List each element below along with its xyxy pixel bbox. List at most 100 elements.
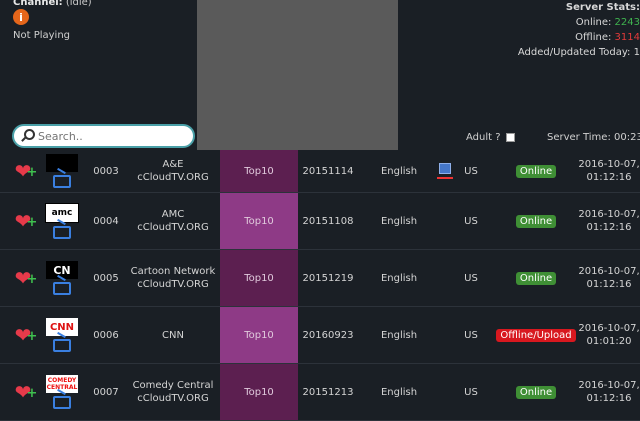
tv-icon[interactable] [53,175,71,188]
status-cell: Online [494,250,578,306]
channel-name: A&E cCloudTV.ORG [137,159,209,183]
favorite-button[interactable]: ❤ + [10,307,38,363]
status-cell: Online [494,193,578,249]
tv-icon[interactable] [53,339,71,352]
link-underline [437,177,453,179]
channel-group: Top10 [220,250,298,306]
status-cell: Online [494,150,578,192]
channel-logo-image: amc [45,203,79,223]
favorite-button[interactable]: ❤ + [10,150,38,192]
channel-logo[interactable]: CN [44,250,80,306]
channel-language: English [380,272,418,284]
status-cell: Offline/Upload [494,307,578,363]
search-input[interactable] [36,128,180,144]
heart-icon: ❤ + [14,159,38,183]
info-icon[interactable]: i [13,9,29,25]
channel-logo[interactable]: CNN [44,307,80,363]
external-link[interactable] [434,250,456,306]
external-link-icon[interactable] [439,163,451,174]
channel-group: Top10 [220,307,298,363]
channel-language: English [380,329,418,341]
adult-checkbox[interactable] [505,133,515,142]
heart-icon: ❤ + [14,266,38,290]
channel-country: US [464,165,478,177]
now-playing: Not Playing [13,30,71,41]
added-date: 2016-10-07, 01:01:20 [578,307,640,363]
added-today-label: Added/Updated Today: [517,47,631,58]
favorite-button[interactable]: ❤ + [10,250,38,306]
search-box[interactable] [12,124,195,148]
channel-number: 0007 [93,386,119,398]
table-row[interactable]: ❤ + 0003 A&E cCloudTV.ORG Top10 20151114 Engli… [0,150,640,193]
channel-language: English [380,386,418,398]
status-cell: Online [494,364,578,420]
channel-name: AMC cCloudTV.ORG [137,209,209,233]
channel-logo[interactable] [44,150,80,192]
channel-number: 0005 [93,272,119,284]
video-player[interactable] [197,0,398,150]
tv-icon[interactable] [53,282,71,295]
channel-number: 0003 [93,165,119,177]
added-date: 2016-10-07, 01:12:16 [578,150,640,192]
channel-date: 20151213 [302,386,354,398]
channel-value: (idle) [65,0,92,8]
added-date: 2016-10-07, 01:12:16 [578,250,640,306]
server-time: Server Time: 00:23:04 [547,132,640,143]
adult-filter: Adult ? [466,132,515,143]
external-link[interactable] [434,364,456,420]
added-date-time: 01:12:16 [586,172,632,183]
channel-language: English [380,165,418,177]
status-badge: Online [515,271,557,285]
added-date: 2016-10-07, 01:12:16 [578,193,640,249]
search-icon [20,129,35,143]
heart-icon: ❤ + [14,209,38,233]
channel-country: US [464,215,478,227]
table-row[interactable]: ❤ + amc 0004 AMC cCloudTV.ORG Top10 20151108 En… [0,193,640,250]
status-badge: Online [515,164,557,178]
channel-language: English [380,215,418,227]
table-row[interactable]: ❤ + CNN 0006 CNN Top10 20160923 English US Offlin… [0,307,640,364]
added-date-day: 2016-10-07, [578,209,640,220]
status-badge: Offline/Upload [496,328,576,342]
external-link[interactable] [434,307,456,363]
channel-date: 20160923 [302,329,354,341]
channel-name: Cartoon Network cCloudTV.ORG [130,266,216,290]
added-date-time: 01:12:16 [586,222,632,233]
status-badge: Online [515,214,557,228]
channel-logo[interactable]: COMEDY CENTRAL [44,364,80,420]
channel-status: Channel: (idle) [13,0,92,8]
plus-icon: + [26,165,38,180]
channel-name: CNN [162,329,184,341]
favorite-button[interactable]: ❤ + [10,364,38,420]
channel-date: 20151108 [302,215,354,227]
channel-country: US [464,329,478,341]
plus-icon: + [26,215,38,230]
tv-icon[interactable] [53,396,71,409]
added-date-day: 2016-10-07, [578,380,640,391]
added-today-count: 1 [633,47,640,58]
channel-date: 20151219 [302,272,354,284]
online-label: Online: [575,17,612,28]
channel-country: US [464,386,478,398]
stats-title: Server Stats: [565,2,640,13]
channel-group: Top10 [220,150,298,192]
added-date-day: 2016-10-07, [578,266,640,277]
channel-logo[interactable]: amc [44,193,80,249]
plus-icon: + [26,272,38,287]
table-row[interactable]: ❤ + COMEDY CENTRAL 0007 Comedy Central cClou… [0,364,640,421]
offline-count: 3114 [614,32,640,43]
plus-icon: + [26,329,38,344]
tv-icon[interactable] [53,226,71,239]
heart-icon: ❤ + [14,380,38,404]
added-date-day: 2016-10-07, [578,323,640,334]
external-link[interactable] [434,150,456,192]
channel-date: 20151114 [302,165,354,177]
channel-table: ❤ + 0003 A&E cCloudTV.ORG Top10 20151114 Engli… [0,150,640,421]
added-date-time: 01:12:16 [586,393,632,404]
table-row[interactable]: ❤ + CN 0005 Cartoon Network cCloudTV.ORG Top1… [0,250,640,307]
channel-group: Top10 [220,364,298,420]
external-link[interactable] [434,193,456,249]
favorite-button[interactable]: ❤ + [10,193,38,249]
server-stats: Server Stats: Online: 2243 Offline: 3114… [440,0,640,60]
adult-label: Adult ? [466,132,501,143]
